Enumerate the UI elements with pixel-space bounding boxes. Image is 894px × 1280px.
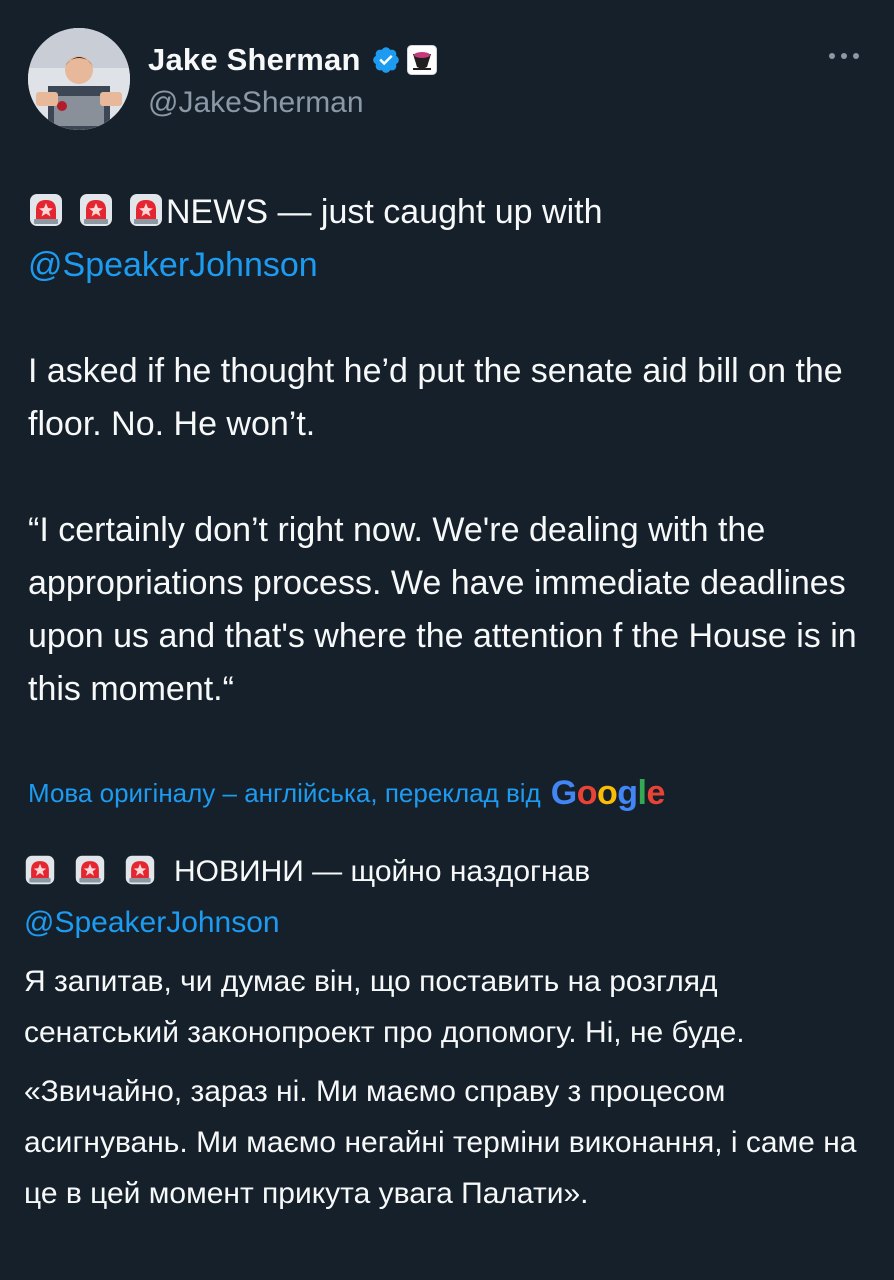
affiliation-logo-icon[interactable] [406, 45, 437, 75]
tweet-first-line: NEWS — just caught up with @SpeakerJohnso… [28, 186, 874, 292]
author-handle[interactable]: @JakeSherman [148, 86, 364, 120]
tweet-news-text: NEWS — just caught up with [166, 193, 603, 231]
tweet-quote-paragraph: “I certainly don’t right now. We're deal… [28, 511, 857, 708]
mention-link[interactable]: @SpeakerJohnson [28, 246, 318, 284]
translated-mention-link[interactable]: @SpeakerJohnson [24, 906, 280, 939]
translation-label: Мова оригіналу – англійська, переклад ві… [28, 778, 541, 808]
translation-attribution[interactable]: Мова оригіналу – англійська, переклад ві… [28, 774, 665, 813]
rotating-light-icon [30, 194, 62, 226]
translated-paragraph: Я запитав, чи думає він, що поставить на… [24, 965, 745, 1049]
verified-badge-icon[interactable] [371, 45, 401, 75]
rotating-light-icon [80, 194, 112, 226]
google-logo: Google [550, 774, 666, 812]
rotating-light-icon [75, 855, 105, 885]
rotating-light-icon [25, 855, 55, 885]
rotating-light-icon [125, 855, 155, 885]
translated-news-text: НОВИНИ — щойно наздогнав [174, 855, 591, 888]
tweet-body: NEWS — just caught up with @SpeakerJohnso… [28, 186, 874, 716]
translated-quote-paragraph: «Звичайно, зараз ні. Ми маємо справу з п… [24, 1075, 857, 1210]
tweet-header: Jake Sherman @JakeSherman [28, 28, 868, 132]
author-name[interactable]: Jake Sherman [148, 42, 361, 78]
translated-body: НОВИНИ — щойно наздогнав @SpeakerJohnson … [24, 846, 870, 1219]
rotating-light-icon [130, 194, 162, 226]
more-options-icon[interactable] [826, 46, 862, 66]
tweet-paragraph: I asked if he thought he’d put the senat… [28, 352, 843, 443]
avatar[interactable] [28, 28, 130, 130]
translated-first-line: НОВИНИ — щойно наздогнав @SpeakerJohnson [24, 846, 870, 948]
